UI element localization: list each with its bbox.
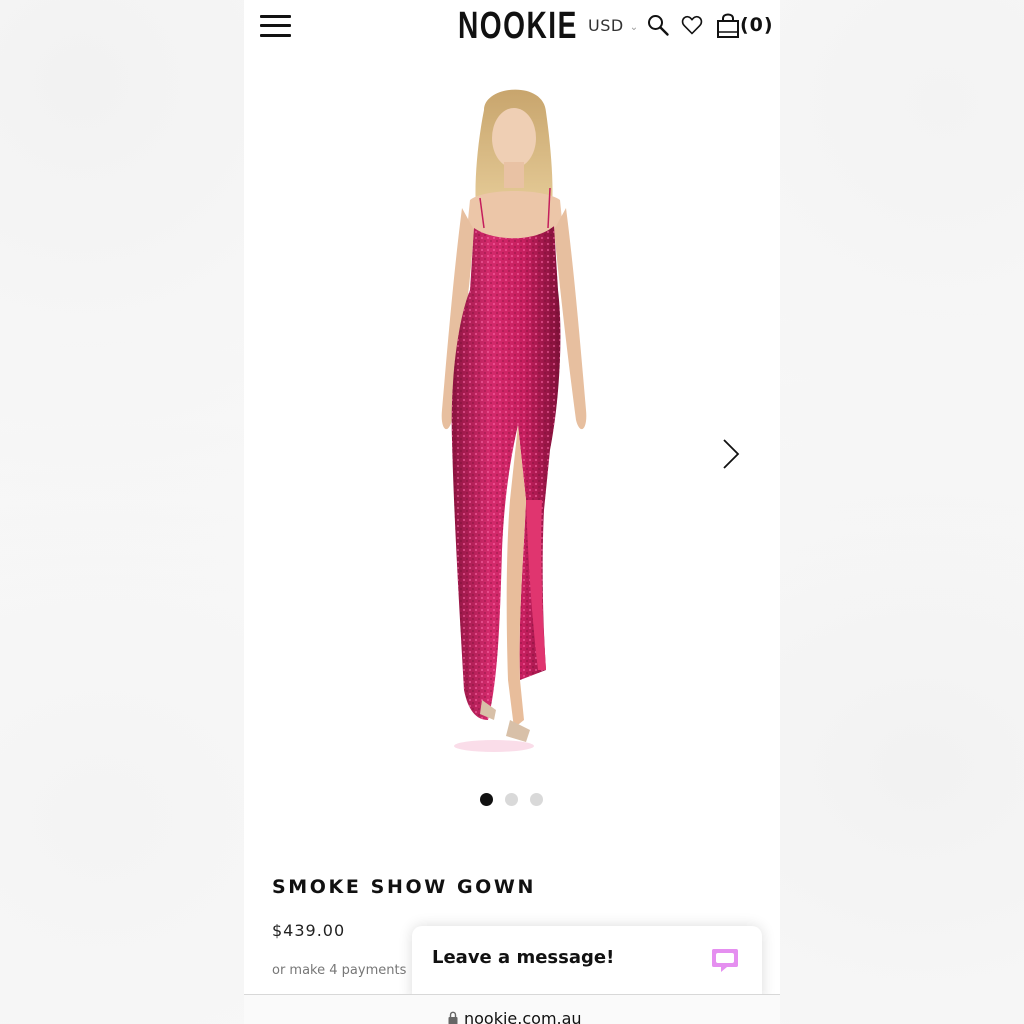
url-display: nookie.com.au [448, 1009, 582, 1024]
lock-icon [448, 1011, 458, 1024]
cart-count[interactable]: (0) [740, 12, 774, 38]
browser-url-bar[interactable]: nookie.com.au [244, 994, 780, 1024]
chat-label: Leave a message! [432, 947, 615, 968]
payment-info[interactable]: or make 4 payments [272, 963, 406, 978]
mobile-screen: NOOKIE USD ⌄ (0) SMOKE SHOW GOWN $439.00… [244, 0, 780, 1024]
search-icon[interactable] [646, 13, 670, 37]
pagination-dot-3[interactable] [530, 793, 543, 806]
pagination-dot-2[interactable] [505, 793, 518, 806]
hamburger-menu-icon[interactable] [260, 14, 292, 38]
pagination-dot-1[interactable] [480, 793, 493, 806]
heart-icon[interactable] [680, 13, 704, 37]
currency-label: USD [588, 16, 624, 35]
product-price: $439.00 [272, 921, 346, 940]
product-image[interactable] [414, 80, 614, 755]
brand-logo[interactable]: NOOKIE [458, 3, 578, 49]
currency-selector[interactable]: USD ⌄ [588, 14, 638, 38]
chevron-right-icon[interactable] [718, 436, 744, 472]
url-text: nookie.com.au [464, 1009, 582, 1024]
chevron-down-icon: ⌄ [629, 22, 639, 33]
chat-bubble-icon [712, 949, 738, 972]
shopping-bag-icon[interactable] [716, 13, 740, 39]
product-title: SMOKE SHOW GOWN [272, 876, 536, 898]
